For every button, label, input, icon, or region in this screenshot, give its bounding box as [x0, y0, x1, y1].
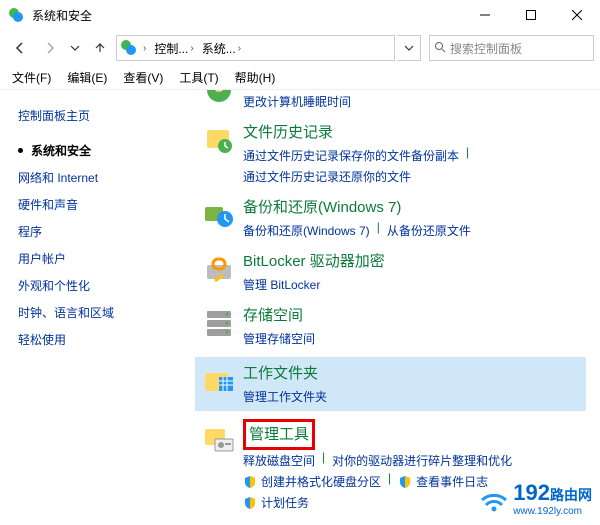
red-highlight-box: 管理工具 — [243, 419, 315, 450]
link-sleep-time[interactable]: 更改计算机睡眠时间 — [243, 91, 351, 112]
admin-tools-icon — [195, 419, 243, 513]
admin-tools-title[interactable]: 管理工具 — [249, 422, 309, 447]
storage-title[interactable]: 存储空间 — [243, 303, 303, 328]
shield-icon — [398, 475, 412, 489]
bullet-icon — [18, 148, 23, 153]
menu-bar: 文件(F) 编辑(E) 查看(V) 工具(T) 帮助(H) — [0, 66, 600, 90]
section-flash: Flash Player (32 位) — [195, 521, 586, 525]
work-folders-icon — [195, 361, 243, 407]
flash-title[interactable]: Flash Player (32 位) — [243, 521, 376, 525]
breadcrumb-seg-1[interactable]: 控制... › — [150, 36, 197, 60]
app-icon — [8, 7, 24, 23]
content: 控制面板主页 系统和安全 网络和 Internet 硬件和声音 程序 用户帐户 … — [0, 90, 600, 525]
storage-icon — [195, 303, 243, 349]
refresh-dropdown[interactable] — [397, 35, 421, 61]
sidebar-item-clock[interactable]: 时钟、语言和区域 — [18, 299, 195, 326]
back-button[interactable] — [6, 34, 34, 62]
section-backup: 备份和还原(Windows 7) 备份和还原(Windows 7)| 从备份还原… — [195, 195, 586, 241]
window-title: 系统和安全 — [32, 7, 462, 24]
minimize-button[interactable] — [462, 0, 508, 30]
bitlocker-title[interactable]: BitLocker 驱动器加密 — [243, 249, 385, 274]
link-restore-files[interactable]: 从备份还原文件 — [387, 220, 471, 241]
breadcrumb[interactable]: › 控制... › 系统... › — [116, 35, 395, 61]
search-icon — [434, 41, 446, 56]
maximize-button[interactable] — [508, 0, 554, 30]
search-placeholder: 搜索控制面板 — [450, 40, 522, 57]
menu-tools[interactable]: 工具(T) — [171, 67, 226, 88]
link-fh-save[interactable]: 通过文件历史记录保存你的文件备份副本 — [243, 145, 459, 166]
window-controls — [462, 0, 600, 30]
section-file-history: 文件历史记录 通过文件历史记录保存你的文件备份副本| 通过文件历史记录还原你的文… — [195, 120, 586, 187]
link-backup-restore[interactable]: 备份和还原(Windows 7) — [243, 220, 370, 241]
main-panel: 唤醒计算机时需要密码| 更改电源按钮的功能 更改计算机睡眠时间 文件历史记录 通… — [195, 90, 600, 525]
close-button[interactable] — [554, 0, 600, 30]
breadcrumb-chevron[interactable]: › — [139, 36, 150, 60]
link-manage-storage[interactable]: 管理存储空间 — [243, 328, 315, 349]
sidebar-item-home[interactable]: 控制面板主页 — [18, 102, 195, 129]
menu-edit[interactable]: 编辑(E) — [59, 67, 115, 88]
search-input[interactable]: 搜索控制面板 — [429, 35, 594, 61]
shield-icon — [243, 496, 257, 510]
wifi-icon — [479, 486, 509, 512]
backup-title[interactable]: 备份和还原(Windows 7) — [243, 195, 401, 220]
section-work-folders: 工作文件夹 管理工作文件夹 — [195, 357, 586, 411]
shield-icon — [243, 475, 257, 489]
menu-file[interactable]: 文件(F) — [4, 67, 59, 88]
sidebar-item-hardware[interactable]: 硬件和声音 — [18, 191, 195, 218]
link-manage-workfolders[interactable]: 管理工作文件夹 — [243, 386, 327, 407]
sidebar-item-accounts[interactable]: 用户帐户 — [18, 245, 195, 272]
work-folders-title[interactable]: 工作文件夹 — [243, 361, 318, 386]
link-fh-restore[interactable]: 通过文件历史记录还原你的文件 — [243, 166, 411, 187]
sidebar-item-system-security[interactable]: 系统和安全 — [18, 137, 195, 164]
sidebar-item-ease[interactable]: 轻松使用 — [18, 326, 195, 353]
section-storage: 存储空间 管理存储空间 — [195, 303, 586, 349]
link-schedule-task[interactable]: 计划任务 — [243, 492, 309, 513]
link-event-log[interactable]: 查看事件日志 — [398, 471, 488, 492]
bitlocker-icon — [195, 249, 243, 295]
power-icon — [195, 90, 243, 112]
sidebar-item-programs[interactable]: 程序 — [18, 218, 195, 245]
up-button[interactable] — [86, 34, 114, 62]
recent-locations-button[interactable] — [66, 34, 84, 62]
menu-view[interactable]: 查看(V) — [115, 67, 171, 88]
link-power-button[interactable]: 更改电源按钮的功能 — [380, 90, 488, 91]
breadcrumb-seg-2[interactable]: 系统... › — [198, 36, 245, 60]
link-format-disk[interactable]: 创建并格式化硬盘分区 — [243, 471, 381, 492]
file-history-title[interactable]: 文件历史记录 — [243, 120, 333, 145]
section-power: 唤醒计算机时需要密码| 更改电源按钮的功能 更改计算机睡眠时间 — [195, 90, 586, 112]
backup-icon — [195, 195, 243, 241]
forward-button[interactable] — [36, 34, 64, 62]
flash-icon — [195, 521, 243, 525]
location-icon — [119, 38, 139, 58]
menu-help[interactable]: 帮助(H) — [227, 67, 284, 88]
link-defrag[interactable]: 对你的驱动器进行碎片整理和优化 — [332, 450, 512, 471]
sidebar-item-network[interactable]: 网络和 Internet — [18, 164, 195, 191]
link-manage-bitlocker[interactable]: 管理 BitLocker — [243, 274, 320, 295]
link-free-space[interactable]: 释放磁盘空间 — [243, 450, 315, 471]
section-bitlocker: BitLocker 驱动器加密 管理 BitLocker — [195, 249, 586, 295]
watermark: 192路由网 www.192ly.com — [479, 480, 592, 517]
sidebar: 控制面板主页 系统和安全 网络和 Internet 硬件和声音 程序 用户帐户 … — [0, 90, 195, 525]
sidebar-item-appearance[interactable]: 外观和个性化 — [18, 272, 195, 299]
nav-bar: › 控制... › 系统... › 搜索控制面板 — [0, 30, 600, 66]
file-history-icon — [195, 120, 243, 187]
title-bar: 系统和安全 — [0, 0, 600, 30]
